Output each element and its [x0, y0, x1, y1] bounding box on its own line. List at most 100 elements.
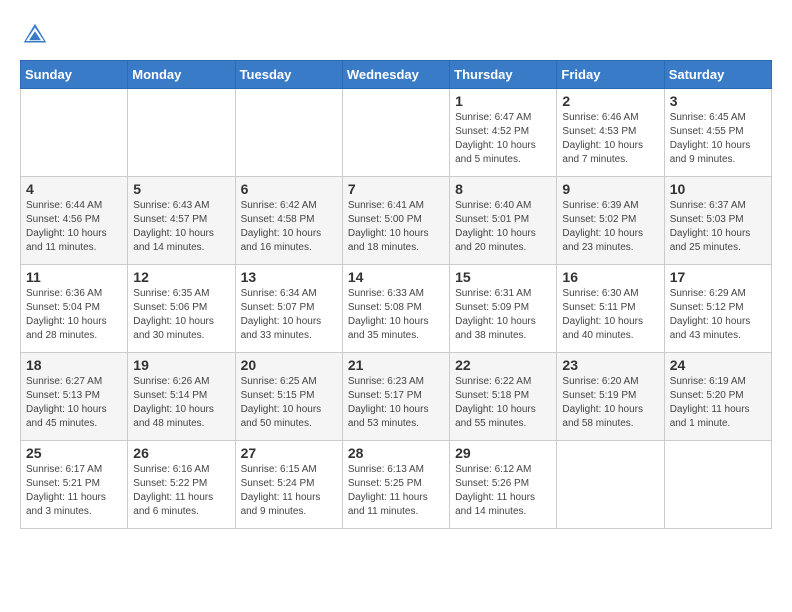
- day-number: 4: [26, 181, 122, 197]
- day-info: Sunrise: 6:15 AM Sunset: 5:24 PM Dayligh…: [241, 463, 337, 519]
- day-number: 6: [241, 181, 337, 197]
- day-number: 7: [348, 181, 444, 197]
- day-number: 9: [562, 181, 658, 197]
- calendar-cell: 25 Sunrise: 6:17 AM Sunset: 5:21 PM Dayli…: [21, 441, 128, 529]
- day-info: Sunrise: 6:41 AM Sunset: 5:00 PM Dayligh…: [348, 199, 444, 255]
- day-number: 29: [455, 445, 551, 461]
- day-number: 8: [455, 181, 551, 197]
- calendar-cell: 12Sunrise: 6:35 AM Sunset: 5:06 PM Dayli…: [128, 265, 235, 353]
- day-info: Sunrise: 6:46 AM Sunset: 4:53 PM Dayligh…: [562, 111, 658, 167]
- day-number: 20: [241, 357, 337, 373]
- calendar-cell: 28Sunrise: 6:13 AM Sunset: 5:25 PM Dayli…: [342, 441, 449, 529]
- calendar-cell: 27 Sunrise: 6:15 AM Sunset: 5:24 PM Dayli…: [235, 441, 342, 529]
- day-number: 13: [241, 269, 337, 285]
- day-number: 17: [670, 269, 766, 285]
- day-header-sunday: Sunday: [21, 61, 128, 89]
- calendar-cell: 11 Sunrise: 6:36 AM Sunset: 5:04 PM Dayli…: [21, 265, 128, 353]
- calendar-cell: 14 Sunrise: 6:33 AM Sunset: 5:08 PM Dayli…: [342, 265, 449, 353]
- day-info: Sunrise: 6:33 AM Sunset: 5:08 PM Dayligh…: [348, 287, 444, 343]
- calendar-cell: 17Sunrise: 6:29 AM Sunset: 5:12 PM Dayli…: [664, 265, 771, 353]
- calendar-cell: [21, 89, 128, 177]
- day-info: Sunrise: 6:43 AM Sunset: 4:57 PM Dayligh…: [133, 199, 229, 255]
- calendar-cell: 6 Sunrise: 6:42 AM Sunset: 4:58 PM Daylig…: [235, 177, 342, 265]
- day-number: 12: [133, 269, 229, 285]
- day-header-wednesday: Wednesday: [342, 61, 449, 89]
- calendar-cell: 24Sunrise: 6:19 AM Sunset: 5:20 PM Dayli…: [664, 353, 771, 441]
- calendar-cell: 22 Sunrise: 6:22 AM Sunset: 5:18 PM Dayli…: [450, 353, 557, 441]
- calendar-cell: 20 Sunrise: 6:25 AM Sunset: 5:15 PM Dayli…: [235, 353, 342, 441]
- calendar-cell: 29 Sunrise: 6:12 AM Sunset: 5:26 PM Dayli…: [450, 441, 557, 529]
- day-number: 11: [26, 269, 122, 285]
- day-info: Sunrise: 6:16 AM Sunset: 5:22 PM Dayligh…: [133, 463, 229, 519]
- day-header-friday: Friday: [557, 61, 664, 89]
- day-info: Sunrise: 6:30 AM Sunset: 5:11 PM Dayligh…: [562, 287, 658, 343]
- day-number: 10: [670, 181, 766, 197]
- week-row-1: 1 Sunrise: 6:47 AM Sunset: 4:52 PM Daylig…: [21, 89, 772, 177]
- days-of-week-row: SundayMondayTuesdayWednesdayThursdayFrid…: [21, 61, 772, 89]
- day-number: 22: [455, 357, 551, 373]
- day-number: 3: [670, 93, 766, 109]
- day-info: Sunrise: 6:19 AM Sunset: 5:20 PM Dayligh…: [670, 375, 766, 431]
- day-info: Sunrise: 6:27 AM Sunset: 5:13 PM Dayligh…: [26, 375, 122, 431]
- day-info: Sunrise: 6:37 AM Sunset: 5:03 PM Dayligh…: [670, 199, 766, 255]
- calendar-cell: [664, 441, 771, 529]
- day-header-tuesday: Tuesday: [235, 61, 342, 89]
- logo-icon: [20, 20, 50, 50]
- calendar-cell: 7 Sunrise: 6:41 AM Sunset: 5:00 PM Daylig…: [342, 177, 449, 265]
- calendar-cell: 3 Sunrise: 6:45 AM Sunset: 4:55 PM Daylig…: [664, 89, 771, 177]
- day-number: 1: [455, 93, 551, 109]
- header: [20, 20, 772, 50]
- week-row-4: 18 Sunrise: 6:27 AM Sunset: 5:13 PM Dayli…: [21, 353, 772, 441]
- day-info: Sunrise: 6:42 AM Sunset: 4:58 PM Dayligh…: [241, 199, 337, 255]
- day-info: Sunrise: 6:34 AM Sunset: 5:07 PM Dayligh…: [241, 287, 337, 343]
- week-row-3: 11 Sunrise: 6:36 AM Sunset: 5:04 PM Dayli…: [21, 265, 772, 353]
- calendar-cell: 15 Sunrise: 6:31 AM Sunset: 5:09 PM Dayli…: [450, 265, 557, 353]
- calendar-cell: 13 Sunrise: 6:34 AM Sunset: 5:07 PM Dayli…: [235, 265, 342, 353]
- calendar-cell: 2Sunrise: 6:46 AM Sunset: 4:53 PM Daylig…: [557, 89, 664, 177]
- day-info: Sunrise: 6:40 AM Sunset: 5:01 PM Dayligh…: [455, 199, 551, 255]
- day-info: Sunrise: 6:22 AM Sunset: 5:18 PM Dayligh…: [455, 375, 551, 431]
- day-number: 28: [348, 445, 444, 461]
- calendar-cell: 19Sunrise: 6:26 AM Sunset: 5:14 PM Dayli…: [128, 353, 235, 441]
- day-info: Sunrise: 6:20 AM Sunset: 5:19 PM Dayligh…: [562, 375, 658, 431]
- day-header-thursday: Thursday: [450, 61, 557, 89]
- day-info: Sunrise: 6:44 AM Sunset: 4:56 PM Dayligh…: [26, 199, 122, 255]
- calendar-cell: 4 Sunrise: 6:44 AM Sunset: 4:56 PM Daylig…: [21, 177, 128, 265]
- calendar-cell: 5 Sunrise: 6:43 AM Sunset: 4:57 PM Daylig…: [128, 177, 235, 265]
- calendar-cell: 16 Sunrise: 6:30 AM Sunset: 5:11 PM Dayli…: [557, 265, 664, 353]
- day-info: Sunrise: 6:47 AM Sunset: 4:52 PM Dayligh…: [455, 111, 551, 167]
- week-row-5: 25 Sunrise: 6:17 AM Sunset: 5:21 PM Dayli…: [21, 441, 772, 529]
- day-number: 21: [348, 357, 444, 373]
- day-info: Sunrise: 6:36 AM Sunset: 5:04 PM Dayligh…: [26, 287, 122, 343]
- day-number: 5: [133, 181, 229, 197]
- day-number: 15: [455, 269, 551, 285]
- calendar-cell: [128, 89, 235, 177]
- logo: [20, 20, 54, 50]
- calendar-header: SundayMondayTuesdayWednesdayThursdayFrid…: [21, 61, 772, 89]
- day-number: 18: [26, 357, 122, 373]
- calendar: SundayMondayTuesdayWednesdayThursdayFrid…: [20, 60, 772, 529]
- day-info: Sunrise: 6:23 AM Sunset: 5:17 PM Dayligh…: [348, 375, 444, 431]
- day-number: 16: [562, 269, 658, 285]
- day-number: 25: [26, 445, 122, 461]
- calendar-cell: 21 Sunrise: 6:23 AM Sunset: 5:17 PM Dayli…: [342, 353, 449, 441]
- calendar-cell: 1 Sunrise: 6:47 AM Sunset: 4:52 PM Daylig…: [450, 89, 557, 177]
- day-info: Sunrise: 6:31 AM Sunset: 5:09 PM Dayligh…: [455, 287, 551, 343]
- day-info: Sunrise: 6:12 AM Sunset: 5:26 PM Dayligh…: [455, 463, 551, 519]
- calendar-cell: [557, 441, 664, 529]
- day-info: Sunrise: 6:25 AM Sunset: 5:15 PM Dayligh…: [241, 375, 337, 431]
- calendar-body: 1 Sunrise: 6:47 AM Sunset: 4:52 PM Daylig…: [21, 89, 772, 529]
- day-number: 27: [241, 445, 337, 461]
- day-info: Sunrise: 6:45 AM Sunset: 4:55 PM Dayligh…: [670, 111, 766, 167]
- calendar-cell: [235, 89, 342, 177]
- day-number: 23: [562, 357, 658, 373]
- day-info: Sunrise: 6:17 AM Sunset: 5:21 PM Dayligh…: [26, 463, 122, 519]
- calendar-cell: 8 Sunrise: 6:40 AM Sunset: 5:01 PM Daylig…: [450, 177, 557, 265]
- day-header-monday: Monday: [128, 61, 235, 89]
- day-header-saturday: Saturday: [664, 61, 771, 89]
- day-number: 19: [133, 357, 229, 373]
- day-number: 14: [348, 269, 444, 285]
- day-number: 26: [133, 445, 229, 461]
- week-row-2: 4 Sunrise: 6:44 AM Sunset: 4:56 PM Daylig…: [21, 177, 772, 265]
- calendar-cell: 18 Sunrise: 6:27 AM Sunset: 5:13 PM Dayli…: [21, 353, 128, 441]
